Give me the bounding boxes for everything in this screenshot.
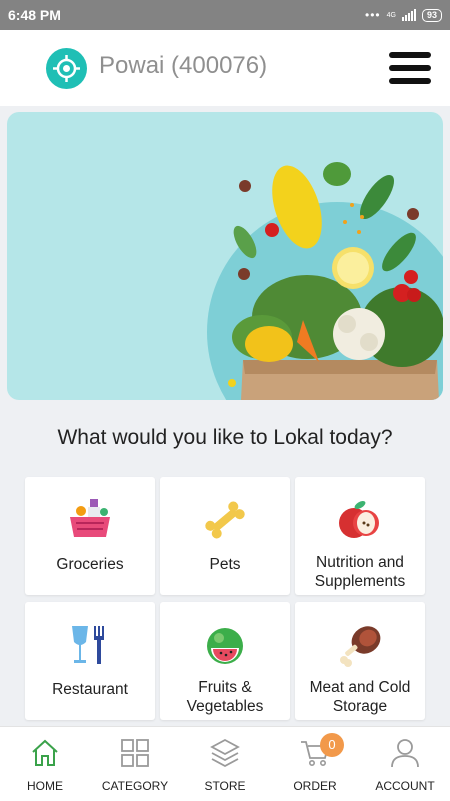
- network-type: 4G: [386, 11, 396, 19]
- hamburger-menu-icon[interactable]: [389, 52, 431, 84]
- category-label: Nutrition and Supplements: [314, 554, 406, 590]
- location-target-icon[interactable]: [46, 48, 87, 89]
- apple-icon: [339, 501, 379, 538]
- nav-label: HOME: [27, 779, 63, 793]
- nav-item-store[interactable]: STORE: [180, 727, 270, 801]
- glass-fork-icon: [72, 626, 104, 664]
- category-tile-nutrition[interactable]: Nutrition and Supplements: [295, 477, 425, 595]
- grocery-basket-icon: [70, 499, 110, 537]
- category-tile-pets[interactable]: Pets: [160, 477, 290, 595]
- category-tile-restaurant[interactable]: Restaurant: [25, 602, 155, 720]
- app-header: Powai (400076): [0, 30, 450, 106]
- status-bar: 6:48 PM ••• 4G 93: [0, 0, 450, 30]
- welcome-question: What would you like to Lokal today?: [57, 426, 393, 449]
- home-icon: [32, 739, 58, 766]
- category-label: Pets: [209, 556, 241, 573]
- nav-label: ORDER: [293, 779, 337, 793]
- category-tile-groceries[interactable]: Groceries: [25, 477, 155, 595]
- battery-icon: 93: [421, 8, 442, 22]
- promo-banner[interactable]: [7, 112, 443, 400]
- nav-label: ACCOUNT: [375, 779, 435, 793]
- category-tile-meat[interactable]: Meat and Cold Storage: [295, 602, 425, 720]
- more-dots-icon: •••: [365, 8, 381, 22]
- nav-item-category[interactable]: CATEGORY: [90, 727, 180, 801]
- nav-label: CATEGORY: [101, 779, 169, 793]
- user-icon: [391, 739, 419, 768]
- category-label: Groceries: [56, 556, 124, 573]
- bone-icon: [205, 501, 245, 539]
- status-time: 6:48 PM: [8, 7, 61, 23]
- meat-leg-icon: [340, 626, 381, 667]
- category-label: Fruits & Vegetables: [186, 679, 264, 715]
- bottom-navigation: HOME CATEGORY STORE 0 ORDER ACCOUNT: [0, 726, 450, 801]
- nav-item-account[interactable]: ACCOUNT: [360, 727, 450, 801]
- nav-item-home[interactable]: HOME: [0, 727, 90, 801]
- grid-icon: [121, 739, 149, 767]
- category-tile-fruits-vegetables[interactable]: Fruits & Vegetables: [160, 602, 290, 720]
- nav-label: STORE: [204, 779, 246, 793]
- signal-icon: [401, 9, 416, 21]
- nav-item-order[interactable]: 0 ORDER: [270, 727, 360, 801]
- watermelon-icon: [207, 628, 243, 664]
- status-icons: ••• 4G 93: [365, 8, 442, 22]
- location-label[interactable]: Powai (400076): [99, 52, 267, 80]
- category-label: Meat and Cold Storage: [309, 679, 411, 715]
- vegetable-bag-illustration: [207, 162, 443, 400]
- layers-icon: [210, 738, 240, 768]
- order-count-badge: 0: [320, 733, 344, 757]
- category-label: Restaurant: [52, 681, 128, 698]
